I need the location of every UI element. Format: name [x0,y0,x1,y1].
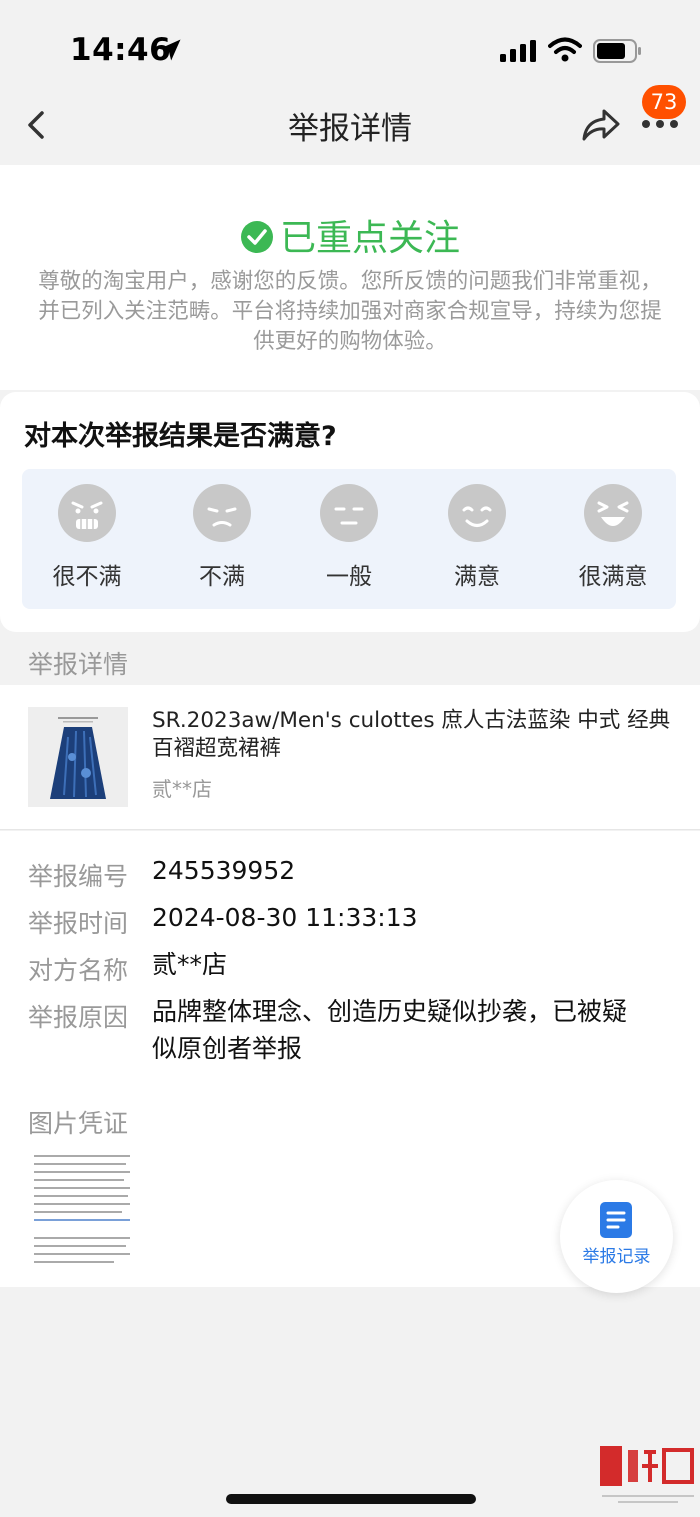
report-id-label: 举报编号 [28,862,129,891]
wifi-icon [548,37,582,62]
result-status: 已重点关注 [0,209,700,261]
rating-option-dissatisfied[interactable]: 不满 [167,483,277,591]
shop-name: 贰**店 [152,777,212,801]
rating-label: 一般 [326,564,372,590]
rating-option-very-dissatisfied[interactable]: 很不满 [32,483,142,591]
counterparty-label: 对方名称 [28,956,129,985]
result-card: 已重点关注 尊敬的淘宝用户，感谢您的反馈。您所反馈的问题我们非常重视，并已列入关… [0,165,700,390]
rating-label: 满意 [454,564,500,590]
rating-label: 很不满 [52,564,122,590]
laugh-face-icon [584,484,642,542]
result-title: 已重点关注 [279,218,460,259]
reported-product[interactable]: SR.2023aw/Men's culottes 庶人古法蓝染 中式 经典百褶超… [0,685,700,830]
product-name: SR.2023aw/Men's culottes 庶人古法蓝染 中式 经典百褶超… [152,708,671,761]
product-thumbnail [28,707,128,807]
report-time-label: 举报时间 [28,909,129,938]
satisfaction-survey: 对本次举报结果是否满意? 很不满 不满 一般 满意 很满意 [0,392,700,632]
smile-face-icon [448,484,506,542]
location-arrow-icon [159,39,181,61]
cellular-signal-icon [500,40,536,62]
rating-label: 不满 [199,564,245,590]
message-count-badge: 73 [642,85,686,119]
nav-bar: 举报详情 73 [0,85,700,165]
result-description: 尊敬的淘宝用户，感谢您的反馈。您所反馈的问题我们非常重视，并已列入关注范畴。平台… [38,269,662,354]
news-watermark-logo [600,1446,694,1503]
report-history-label: 举报记录 [582,1247,651,1267]
evidence-heading: 图片凭证 [28,1109,129,1138]
report-reason-value: 品牌整体理念、创造历史疑似抄袭，已被疑似原创者举报 [152,997,628,1063]
survey-question: 对本次举报结果是否满意? [24,421,337,452]
battery-icon [593,39,641,63]
document-icon [600,1202,632,1238]
rating-option-very-satisfied[interactable]: 很满意 [558,483,668,591]
rating-label: 很满意 [578,564,648,590]
share-icon[interactable] [578,103,622,147]
check-circle-icon [240,221,273,253]
more-dots-icon[interactable] [640,117,680,131]
report-details-heading: 举报详情 [28,650,129,679]
angry-face-icon [58,484,116,542]
rating-option-satisfied[interactable]: 满意 [422,483,532,591]
report-reason-label: 举报原因 [28,1003,129,1032]
report-id-value: 245539952 [152,856,296,885]
report-time-value: 2024-08-30 11:33:13 [152,903,418,932]
status-bar: 14:46 [0,0,700,95]
rating-options: 很不满 不满 一般 满意 很满意 [22,469,676,609]
home-indicator[interactable] [226,1494,476,1504]
report-history-button[interactable]: 举报记录 [560,1180,673,1293]
counterparty-value: 贰**店 [152,950,228,979]
rating-option-neutral[interactable]: 一般 [294,483,404,591]
neutral-face-icon [320,484,378,542]
evidence-image[interactable] [28,1149,138,1265]
unhappy-face-icon [193,484,251,542]
